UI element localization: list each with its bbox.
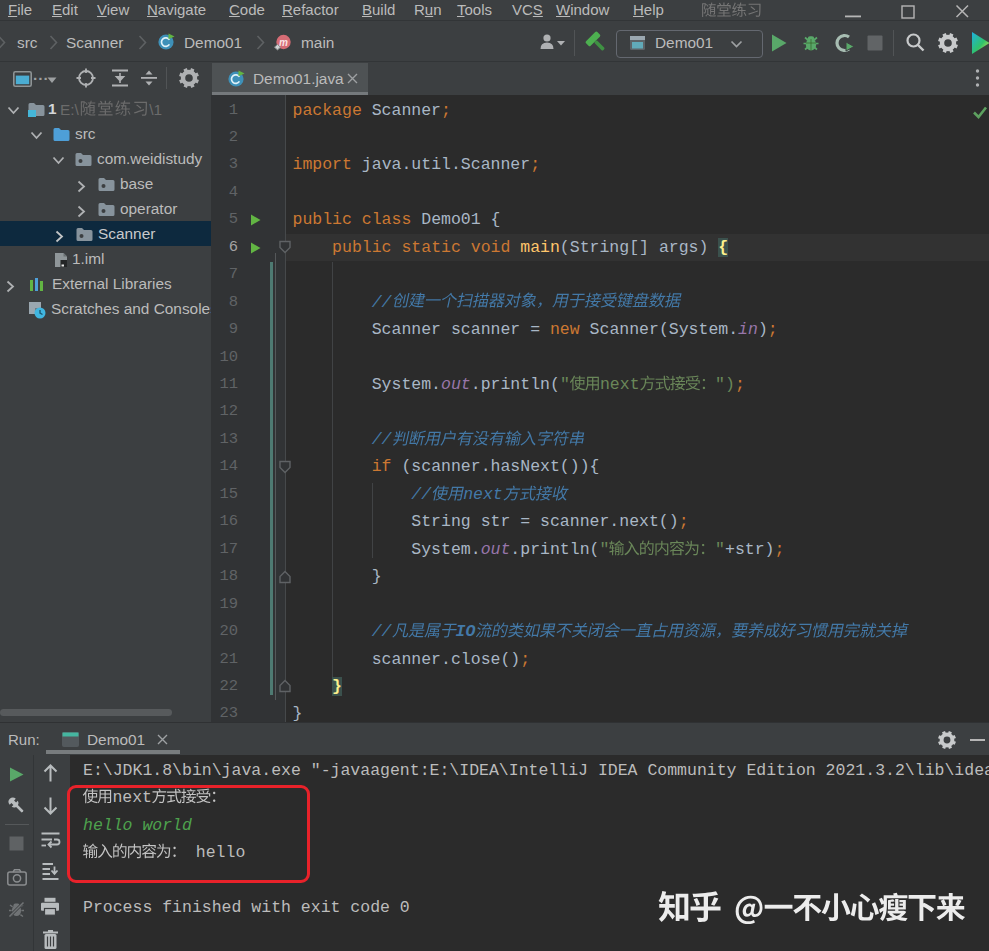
- svg-text:m: m: [279, 37, 288, 48]
